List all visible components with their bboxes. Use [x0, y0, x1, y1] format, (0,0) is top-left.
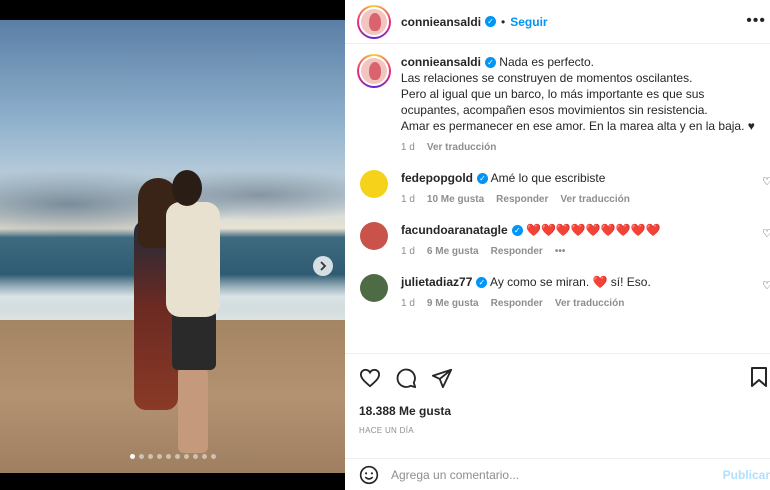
caption-line: Nada es perfecto.: [499, 55, 595, 69]
comment-text: Ay como se miran. ❤️ sí! Eso.: [490, 275, 651, 289]
caption-time: 1 d: [400, 142, 415, 153]
man-shirt: [166, 202, 220, 317]
carousel-dot: [165, 454, 171, 459]
caption-line: ocupantes, acompañen esos movimientos si…: [400, 103, 708, 117]
carousel-dot: [210, 454, 216, 459]
bookmark-icon[interactable]: [750, 366, 768, 388]
see-translation-link[interactable]: Ver traducción: [555, 296, 624, 312]
likes-count[interactable]: 18.388 Me gusta: [359, 404, 758, 418]
commenter-avatar[interactable]: [360, 170, 388, 198]
comment-input[interactable]: [391, 467, 691, 482]
carousel-dot: [201, 454, 207, 459]
commenter-username[interactable]: facundoaranatagle: [401, 223, 508, 237]
see-translation-link[interactable]: Ver traducción: [560, 192, 629, 208]
caption-line: Amar es permanecer en ese amor. En la ma…: [400, 119, 755, 133]
comment-time: 1 d: [401, 298, 415, 309]
caption-avatar[interactable]: [357, 54, 391, 88]
commenter-avatar[interactable]: [360, 274, 388, 302]
like-comment-icon[interactable]: ♡: [762, 279, 770, 292]
reply-button[interactable]: Responder: [491, 244, 543, 260]
add-comment-bar: Publicar: [345, 458, 770, 490]
verified-icon: ✓: [485, 16, 497, 27]
post-timestamp: HACE UN DÍA: [359, 426, 414, 435]
comment-item: julietadiaz77 ✓ Ay como se miran. ❤️ sí! …: [357, 274, 770, 312]
man-shorts: [172, 310, 216, 370]
author-username[interactable]: connieansaldi: [401, 15, 481, 29]
photo-pane: [0, 0, 345, 490]
carousel-dot: [174, 454, 180, 459]
separator-dot: •: [501, 14, 506, 29]
commenter-username[interactable]: fedepopgold: [401, 171, 473, 185]
comment-time: 1 d: [401, 246, 415, 257]
comment-likes[interactable]: 10 Me gusta: [427, 192, 484, 208]
chevron-right-icon: [320, 261, 327, 271]
verified-icon: ✓: [511, 225, 523, 237]
more-options-icon[interactable]: •••: [746, 12, 766, 30]
post-actions: 18.388 Me gusta HACE UN DÍA: [345, 353, 770, 435]
photo-couple: [130, 170, 230, 460]
comments-section: connieansaldi ✓ Nada es perfecto. Las rel…: [345, 54, 770, 354]
comment-text: Amé lo que escribiste: [490, 171, 606, 185]
carousel-dot: [192, 454, 198, 459]
comment-time: 1 d: [401, 194, 415, 205]
comment-item: fedepopgold ✓ Amé lo que escribiste 1 d 1…: [357, 170, 770, 208]
caption-username[interactable]: connieansaldi: [401, 55, 481, 69]
like-comment-icon[interactable]: ♡: [762, 175, 770, 188]
verified-icon: ✓: [484, 57, 496, 69]
author-avatar[interactable]: [357, 4, 391, 39]
post-header: connieansaldi ✓ • Seguir •••: [345, 0, 770, 44]
post-side-panel: connieansaldi ✓ • Seguir ••• connieansal…: [345, 0, 770, 490]
comment-likes[interactable]: 6 Me gusta: [427, 244, 479, 260]
emoji-icon[interactable]: [359, 465, 379, 485]
carousel-dot: [129, 454, 135, 459]
carousel-dot: [147, 454, 153, 459]
commenter-avatar[interactable]: [360, 222, 388, 250]
carousel-dot: [156, 454, 162, 459]
next-photo-button[interactable]: [313, 256, 333, 276]
follow-button[interactable]: Seguir: [510, 15, 547, 29]
post-photo[interactable]: [0, 20, 345, 473]
see-translation-link[interactable]: Ver traducción: [427, 140, 496, 156]
commenter-username[interactable]: julietadiaz77: [401, 275, 472, 289]
caption-line: Pero al igual que un barco, lo más impor…: [400, 87, 705, 101]
reply-button[interactable]: Responder: [496, 192, 548, 208]
verified-icon: ✓: [476, 277, 488, 289]
carousel-dot: [183, 454, 189, 459]
like-comment-icon[interactable]: ♡: [762, 227, 770, 240]
man-legs: [178, 368, 208, 453]
reply-button[interactable]: Responder: [491, 296, 543, 312]
publish-button[interactable]: Publicar: [723, 468, 770, 482]
share-icon[interactable]: [431, 367, 453, 389]
caption-line: Las relaciones se construyen de momentos…: [400, 71, 693, 85]
comment-more-icon[interactable]: •••: [555, 244, 566, 260]
caption: connieansaldi ✓ Nada es perfecto. Las rel…: [357, 54, 770, 156]
carousel-dot: [138, 454, 144, 459]
heart-icon[interactable]: [359, 368, 381, 388]
comment-text: ❤️❤️❤️❤️❤️❤️❤️❤️❤️: [526, 223, 661, 237]
verified-icon: ✓: [477, 173, 488, 185]
man-head: [172, 170, 202, 206]
comment-item: facundoaranatagle ✓ ❤️❤️❤️❤️❤️❤️❤️❤️❤️ 1 …: [357, 222, 770, 260]
carousel-indicator: [0, 454, 345, 459]
comment-icon[interactable]: [395, 367, 417, 389]
comment-likes[interactable]: 9 Me gusta: [427, 296, 479, 312]
